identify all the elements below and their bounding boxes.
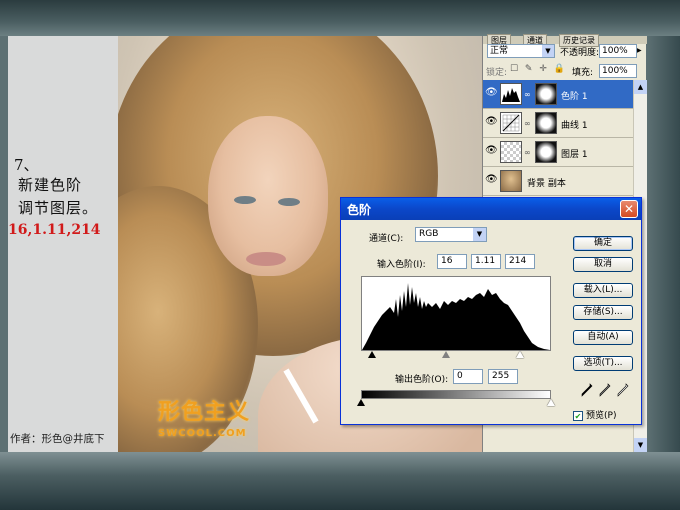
scroll-up-icon[interactable]: ▲ (634, 80, 647, 94)
levels-dialog: 色阶 ✕ 通道(C): RGB ▼ 输入色阶(I): 16 1.11 214 输… (340, 197, 642, 425)
checkmark-icon[interactable]: ✔ (573, 410, 583, 421)
layers-panel-tabs: 图层 通道 历史记录 (483, 34, 647, 47)
layer-name: 图层 1 (561, 150, 588, 160)
chevron-down-icon: ▼ (473, 228, 486, 241)
input-black-handle[interactable] (368, 351, 376, 358)
input-levels-slider[interactable] (361, 350, 551, 360)
author-credit: 作者：形色@井底下 (10, 433, 105, 445)
channel-label: 通道(C): (369, 234, 404, 244)
slide-frame-bottom (0, 452, 680, 510)
eye-icon[interactable]: 👁 (485, 145, 498, 159)
layer-thumbnail (500, 141, 522, 163)
layer-mask-thumbnail[interactable] (535, 112, 557, 134)
step-line-2: 调节图层。 (18, 199, 99, 217)
output-white-field[interactable]: 255 (488, 369, 518, 384)
gray-eyedropper-icon[interactable] (599, 383, 611, 400)
watermark-logo: 形色主义 SWCOOL.COM (158, 394, 250, 439)
layer-name: 曲线 1 (561, 121, 588, 131)
dialog-title-bar[interactable]: 色阶 ✕ (341, 198, 641, 220)
layer-list: 👁 ∞ 色阶 1 👁 ∞ 曲线 1 👁 ∞ 图层 1 👁 背景 副本 (483, 80, 633, 196)
output-levels-label: 输出色阶(O): (395, 375, 449, 385)
histogram-graph (362, 283, 550, 350)
right-eye (278, 198, 300, 206)
input-white-field[interactable]: 214 (505, 254, 535, 269)
opacity-label: 不透明度: (560, 48, 600, 58)
histogram-shape (362, 283, 550, 350)
opacity-arrow-icon[interactable]: ▶ (637, 44, 644, 58)
histogram-icon (500, 83, 522, 105)
ok-button[interactable]: 确定 (573, 236, 633, 251)
black-eyedropper-icon[interactable] (581, 383, 593, 400)
input-white-handle[interactable] (516, 351, 524, 358)
auto-button[interactable]: 自动(A) (573, 330, 633, 345)
blend-mode-select[interactable]: 正常 ▼ (487, 44, 555, 58)
cancel-button[interactable]: 取消 (573, 257, 633, 272)
link-icon: ∞ (524, 119, 531, 128)
link-icon: ∞ (524, 90, 531, 99)
eye-icon[interactable]: 👁 (485, 87, 498, 101)
output-black-field[interactable]: 0 (453, 369, 483, 384)
output-black-handle[interactable] (357, 399, 365, 406)
layer-row-curves[interactable]: 👁 ∞ 曲线 1 (483, 109, 633, 138)
step-description: 新建色阶 调节图层。 (18, 174, 118, 220)
scroll-down-icon[interactable]: ▼ (634, 438, 647, 452)
layer-mask-thumbnail[interactable] (535, 83, 557, 105)
load-button[interactable]: 载入(L)... (573, 283, 633, 298)
step-line-1: 新建色阶 (18, 176, 83, 194)
white-eyedropper-icon[interactable] (617, 383, 629, 400)
link-icon: ∞ (524, 148, 531, 157)
layer-thumbnail (500, 170, 522, 192)
slide-frame-left (0, 36, 8, 452)
histogram (361, 276, 551, 351)
watermark-url: SWCOOL.COM (158, 428, 247, 439)
eye-icon[interactable]: 👁 (485, 116, 498, 130)
caption-panel (8, 36, 118, 452)
layer-name: 色阶 1 (561, 92, 588, 102)
step-values: 16,1.11,214 (8, 222, 101, 238)
channel-value: RGB (419, 229, 439, 239)
lock-icons[interactable]: ☐ ✎ ✛ 🔒 (510, 64, 567, 74)
preview-checkbox[interactable]: ✔ 预览(P) (573, 408, 616, 421)
lips (246, 252, 286, 266)
watermark-title: 形色主义 (158, 400, 251, 425)
fill-label: 填充: (572, 68, 594, 78)
output-white-handle[interactable] (547, 399, 555, 406)
layer-row-levels[interactable]: 👁 ∞ 色阶 1 (483, 80, 633, 109)
fill-input[interactable]: 100% (599, 64, 637, 78)
channel-select[interactable]: RGB ▼ (415, 227, 487, 242)
eye-icon[interactable]: 👁 (485, 174, 498, 188)
slide-frame-right (646, 36, 680, 452)
blend-mode-value: 正常 (490, 46, 509, 56)
chevron-down-icon: ▼ (542, 45, 554, 57)
input-gamma-handle[interactable] (442, 351, 450, 358)
slide-frame-top (0, 0, 680, 36)
left-eye (234, 196, 256, 204)
input-levels-label: 输入色阶(I): (377, 260, 426, 270)
options-button[interactable]: 选项(T)... (573, 356, 633, 371)
opacity-input[interactable]: 100% (599, 44, 637, 58)
lock-row: 锁定: ☐ ✎ ✛ 🔒 填充: 100% (486, 64, 644, 80)
dialog-title: 色阶 (347, 203, 372, 217)
lock-label: 锁定: (486, 68, 508, 78)
preview-label: 预览(P) (586, 411, 617, 421)
curves-icon (500, 112, 522, 134)
close-icon[interactable]: ✕ (620, 200, 638, 218)
output-levels-slider[interactable] (357, 398, 555, 408)
layer-row-layer1[interactable]: 👁 ∞ 图层 1 (483, 138, 633, 167)
layer-row-background-copy[interactable]: 👁 背景 副本 (483, 167, 633, 196)
input-gamma-field[interactable]: 1.11 (471, 254, 501, 269)
input-black-field[interactable]: 16 (437, 254, 467, 269)
layer-mask-thumbnail[interactable] (535, 141, 557, 163)
save-button[interactable]: 存储(S)... (573, 305, 633, 320)
layer-name: 背景 副本 (527, 179, 566, 189)
step-number: 7、 (14, 156, 39, 174)
blend-row: 正常 ▼ 不透明度: 100% ▶ (486, 44, 644, 60)
